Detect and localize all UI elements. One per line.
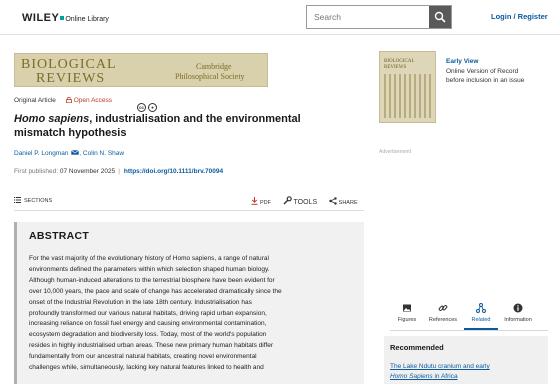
recommended-article-link-line2[interactable]: Homo Sapiens in Africa: [390, 373, 458, 380]
tools-button[interactable]: TOOLS: [283, 196, 318, 206]
journal-title-line2: REVIEWS: [36, 71, 106, 86]
abstract-line: fundamentally from our ancestral natural…: [29, 353, 257, 361]
logo-dot-icon: [60, 15, 65, 20]
cover-title-line1: BIOLOGICAL: [384, 59, 415, 64]
published-date: 07 November 2025: [59, 168, 116, 175]
creative-commons-icon: cc: [137, 103, 146, 112]
cover-pattern: [384, 74, 432, 118]
recommended-heading: Recommended: [390, 343, 444, 352]
title-italic: Homo sapiens: [14, 113, 90, 125]
pdf-label: PDF: [260, 200, 271, 206]
divider: |: [118, 168, 120, 175]
search-box: [306, 5, 452, 29]
title-rest-line1: , industrialisation and the environmenta…: [89, 113, 301, 125]
attribution-icon: ●: [148, 103, 157, 112]
search-icon: [434, 11, 446, 23]
search-button[interactable]: [429, 6, 451, 28]
tab-references[interactable]: References: [426, 300, 460, 330]
recommended-article-link[interactable]: The Lake Ndutu cranium and early: [390, 363, 490, 370]
tab-label: Information: [504, 317, 532, 323]
article-meta: Original Article Open Access: [14, 97, 112, 107]
share-icon: [328, 197, 337, 205]
author-list: Daniel P. Longman , Colin N. Shaw: [14, 150, 125, 157]
abstract-line: onset of the Industrial Revolution in th…: [29, 298, 252, 306]
image-icon: [403, 304, 411, 312]
share-label: SHARE: [338, 200, 358, 206]
site-header: WILEY Online Library Login / Register: [0, 0, 560, 35]
publication-info: First published: 07 November 2025 | https:…: [14, 168, 223, 175]
publisher-line2: Philosophical Society: [175, 72, 245, 81]
cover-title: BIOLOGICAL REVIEWS: [384, 59, 415, 70]
author-link[interactable]: Daniel P. Longman: [14, 150, 68, 157]
tab-label: Related: [471, 317, 491, 323]
tab-label: Figures: [397, 317, 417, 323]
cover-title-line2: REVIEWS: [384, 64, 407, 70]
tab-figures[interactable]: Figures: [390, 300, 424, 330]
early-view-link[interactable]: Early View: [446, 58, 478, 65]
rec-rest: in Africa: [432, 373, 458, 380]
abstract-line: challenges while, simultaneously, lackin…: [29, 364, 264, 372]
share-button[interactable]: SHARE: [328, 197, 358, 206]
abstract-line: Although human-induced alterations to th…: [29, 276, 275, 284]
mail-icon[interactable]: [71, 150, 80, 155]
open-lock-icon: [65, 97, 72, 103]
logo-main: WILEY: [22, 12, 60, 24]
logo-sub: Online Library: [65, 16, 109, 23]
sections-menu[interactable]: SECTIONS: [14, 197, 52, 204]
network-icon: [476, 303, 486, 313]
article-type: Original Article: [14, 97, 56, 104]
wrench-icon: [283, 196, 292, 205]
abstract-line: profoundly transformed our various natur…: [29, 309, 267, 317]
sidebar-tabs: Figures References Related Information: [390, 300, 540, 330]
pdf-button[interactable]: PDF: [251, 197, 271, 206]
tab-information[interactable]: Information: [501, 300, 535, 330]
search-input[interactable]: [307, 6, 429, 28]
doi-link[interactable]: https://doi.org/10.1111/brv.70094: [124, 168, 223, 175]
tools-label: TOOLS: [293, 199, 318, 206]
abstract-section: ABSTRACT For the vast majority of the ev…: [14, 222, 364, 384]
journal-banner[interactable]: BIOLOGICAL REVIEWS Cambridge Philosophic…: [14, 53, 268, 87]
login-register-link[interactable]: Login / Register: [491, 12, 548, 21]
published-label: First published:: [14, 168, 59, 175]
article-title: Homo sapiens, industrialisation and the …: [14, 112, 354, 140]
author-link[interactable]: Colin N. Shaw: [83, 150, 124, 157]
open-access-badge: Open Access: [73, 97, 113, 104]
toolbar-actions: PDF TOOLS SHARE: [251, 196, 368, 206]
info-icon: [513, 303, 523, 313]
early-view-line1: Online Version of Record: [446, 68, 519, 75]
abstract-text: For the vast majority of the evolutionar…: [29, 254, 357, 374]
abstract-heading: ABSTRACT: [29, 230, 90, 242]
abstract-line: ecosystem degradation and biodiversity l…: [29, 331, 267, 339]
tabs-divider: [390, 330, 548, 331]
rec-italic: Homo Sapiens: [390, 373, 433, 380]
article-toolbar: SECTIONS PDF TOOLS SHARE: [14, 193, 364, 211]
tab-label: References: [428, 317, 458, 323]
sections-label: SECTIONS: [24, 198, 53, 204]
abstract-line: over 10,000 years, the pace and scale of…: [29, 287, 282, 295]
title-line2: mismatch hypothesis: [14, 127, 127, 139]
pdf-icon: [251, 197, 258, 205]
advertisement-label: Advertisement: [379, 149, 411, 155]
abstract-line: environments defined the parameters with…: [29, 265, 270, 273]
wiley-logo[interactable]: WILEY Online Library: [22, 12, 109, 24]
link-icon: [438, 305, 448, 311]
tab-related[interactable]: Related: [464, 300, 498, 330]
list-icon: [14, 197, 21, 203]
abstract-line: resides in highly industrialised urban a…: [29, 342, 274, 350]
abstract-line: For the vast majority of the evolutionar…: [29, 255, 269, 262]
abstract-line: increasing reliance on fossil fuel energ…: [29, 320, 267, 328]
publisher-line1: Cambridge: [196, 62, 232, 71]
journal-cover-thumbnail[interactable]: BIOLOGICAL REVIEWS: [379, 51, 436, 123]
early-view-line2: before inclusion in an issue: [446, 77, 525, 84]
